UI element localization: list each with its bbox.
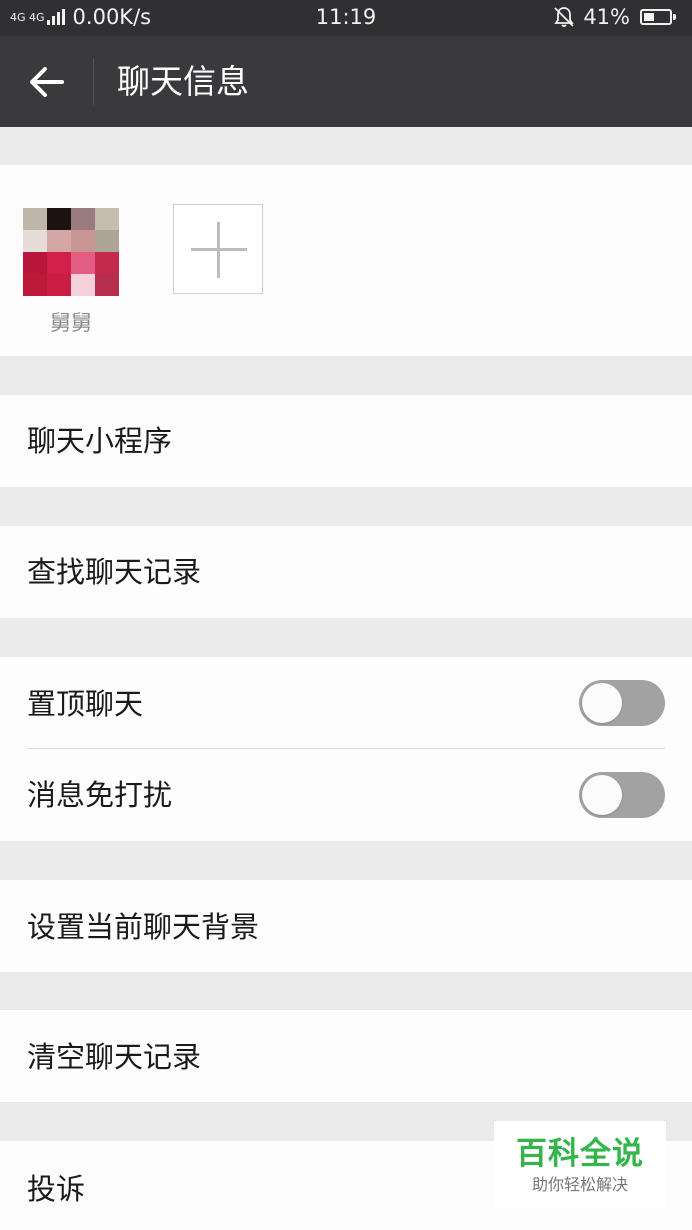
battery-percent: 41% bbox=[583, 5, 630, 29]
mini-program-label: 聊天小程序 bbox=[27, 424, 173, 458]
set-background-row[interactable]: 设置当前聊天背景 bbox=[0, 880, 692, 972]
member-name: 舅舅 bbox=[50, 311, 92, 335]
settings-section: 置顶聊天 消息免打扰 bbox=[0, 657, 692, 841]
mute-toggle[interactable] bbox=[579, 772, 665, 818]
bell-muted-icon bbox=[554, 7, 574, 27]
toggle-knob bbox=[582, 683, 622, 723]
battery-icon bbox=[640, 9, 676, 25]
page-title: 聊天信息 bbox=[117, 62, 249, 101]
clear-history-label: 清空聊天记录 bbox=[27, 1040, 202, 1074]
toggle-knob bbox=[582, 775, 622, 815]
title-bar: 聊天信息 bbox=[0, 36, 692, 127]
watermark-title: 百科全说 bbox=[516, 1136, 644, 1172]
mini-program-row[interactable]: 聊天小程序 bbox=[0, 395, 692, 487]
pin-chat-label: 置顶聊天 bbox=[27, 687, 144, 721]
status-bar: 4G 4G 0.00K/s 11:19 41% bbox=[0, 0, 692, 36]
watermark-subtitle: 助你轻松解决 bbox=[531, 1175, 628, 1194]
clear-history-row[interactable]: 清空聊天记录 bbox=[0, 1010, 692, 1102]
title-divider bbox=[93, 58, 94, 105]
members-section: 舅舅 bbox=[0, 165, 692, 356]
avatar[interactable] bbox=[23, 208, 119, 296]
battery-level bbox=[644, 13, 654, 21]
watermark: 百科全说 助你轻松解决 bbox=[494, 1121, 666, 1207]
arrow-left-icon[interactable] bbox=[24, 60, 70, 104]
report-label: 投诉 bbox=[27, 1172, 86, 1206]
add-member-button[interactable] bbox=[173, 204, 263, 294]
search-history-label: 查找聊天记录 bbox=[27, 555, 202, 589]
set-background-label: 设置当前聊天背景 bbox=[27, 910, 260, 944]
search-history-row[interactable]: 查找聊天记录 bbox=[0, 526, 692, 618]
divider bbox=[27, 748, 665, 749]
pin-chat-toggle[interactable] bbox=[579, 680, 665, 726]
status-right: 41% bbox=[553, 5, 676, 29]
mute-label: 消息免打扰 bbox=[27, 778, 173, 812]
